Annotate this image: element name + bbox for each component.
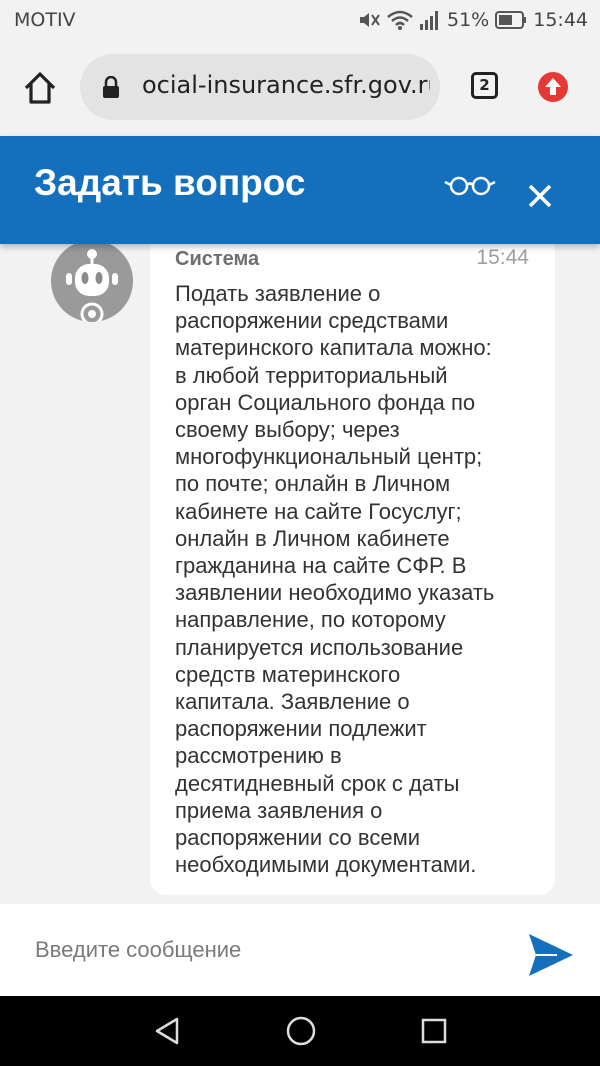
conversation[interactable]: Система 15:44 Подать заявление о распоряж… — [0, 244, 600, 904]
message-line: орган Социального фонда по — [175, 389, 476, 415]
glasses-icon — [444, 176, 496, 196]
message-line: кабинете на сайте Госуслуг; — [175, 498, 462, 524]
update-button[interactable] — [538, 72, 568, 102]
battery-percent: 51% — [447, 9, 490, 31]
message-line: в любой территориальный — [175, 362, 448, 388]
system-nav-bar — [0, 996, 600, 1066]
clock: 15:44 — [533, 9, 588, 31]
message-line: направление, по которому — [175, 607, 446, 633]
message-line: по почте; онлайн в Личном — [175, 471, 451, 497]
avatar — [51, 244, 133, 322]
back-icon[interactable] — [152, 1016, 182, 1046]
message-line: материнского капитала можно: — [175, 335, 492, 361]
battery-icon — [495, 11, 527, 29]
carrier-name: MOTIV — [14, 9, 76, 31]
message-line: распоряжении средствами — [175, 308, 449, 334]
status-bar: MOTIV 51% 15:44 — [0, 0, 600, 40]
wifi-icon — [387, 9, 413, 31]
message-line: онлайн в Личном кабинете — [175, 525, 450, 551]
lock-icon — [102, 75, 120, 103]
home-button[interactable] — [22, 70, 58, 106]
message-line: Подать заявление о — [175, 281, 381, 306]
chat-header: Задать вопрос — [0, 136, 600, 244]
status-icons: 51% 15:44 — [357, 9, 588, 31]
message-input[interactable] — [20, 922, 500, 978]
message-line: десятидневный срок с даты — [175, 770, 460, 796]
browser-toolbar: ocial-insurance.sfr.gov.ru 2 — [0, 40, 600, 134]
close-icon — [528, 184, 552, 208]
message-line: распоряжении подлежит — [175, 716, 427, 742]
message-line: планируется использование — [175, 634, 464, 660]
message-line: капитала. Заявление о — [175, 689, 410, 715]
message-line: средств материнского — [175, 661, 401, 687]
message-sender: Система — [175, 248, 260, 270]
mute-icon — [357, 9, 381, 31]
message-bubble: Система 15:44 Подать заявление о распоряж… — [150, 244, 555, 895]
signal-icon — [419, 9, 441, 31]
tab-switcher-button[interactable]: 2 — [471, 72, 498, 99]
send-button[interactable] — [527, 932, 575, 983]
home-icon — [24, 72, 56, 104]
glasses-button[interactable] — [444, 174, 496, 201]
message-line: приема заявления о — [175, 797, 383, 823]
message-line: своему выбору; через — [175, 417, 400, 443]
message-line: многофункциональный центр; — [175, 444, 483, 470]
recents-icon[interactable] — [420, 1017, 448, 1045]
message-composer — [0, 904, 600, 996]
message-line: заявлении необходимо указать — [175, 580, 495, 606]
message-text: Подать заявление о распоряжении средствам… — [175, 280, 540, 878]
robot-icon — [66, 249, 118, 322]
address-bar[interactable]: ocial-insurance.sfr.gov.ru — [80, 54, 440, 120]
message-line: рассмотрению в — [175, 743, 342, 769]
message-time: 15:44 — [476, 246, 529, 269]
message-line: гражданина на сайте СФР. В — [175, 553, 467, 579]
message-line: распоряжении со всеми — [175, 825, 420, 851]
send-icon — [529, 934, 573, 976]
home-circle-icon[interactable] — [285, 1015, 317, 1047]
close-button[interactable] — [524, 180, 556, 212]
chat-title: Задать вопрос — [34, 162, 306, 203]
message-line: необходимыми документами. — [175, 852, 477, 878]
url-text: ocial-insurance.sfr.gov.ru — [142, 71, 430, 99]
update-icon — [538, 72, 568, 102]
